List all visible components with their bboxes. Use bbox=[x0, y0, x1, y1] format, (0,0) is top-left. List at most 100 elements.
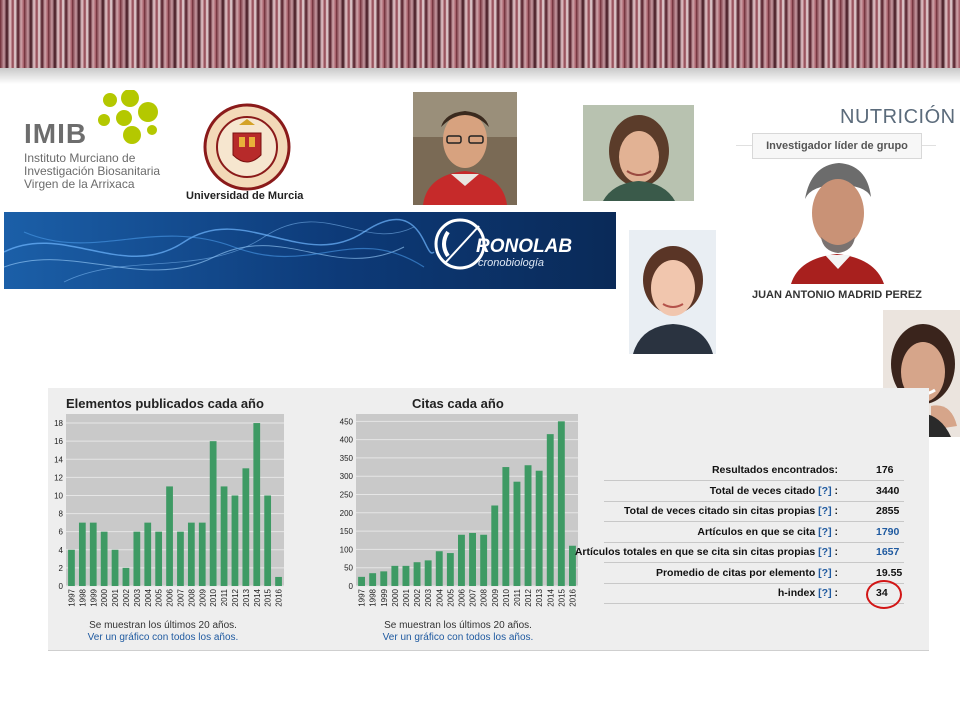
x-tick-label: 2015 bbox=[557, 588, 566, 606]
x-tick-label: 2013 bbox=[242, 588, 251, 606]
bar-2012 bbox=[524, 465, 532, 586]
x-tick-label: 2012 bbox=[524, 588, 533, 606]
y-tick-label: 16 bbox=[54, 437, 63, 446]
y-tick-label: 100 bbox=[340, 545, 354, 554]
bar-2000 bbox=[100, 531, 108, 586]
x-tick-label: 2015 bbox=[264, 588, 273, 606]
y-tick-label: 4 bbox=[59, 546, 64, 555]
stat-value: 2855 bbox=[876, 505, 900, 517]
x-tick-label: 2014 bbox=[253, 588, 262, 606]
h-index-highlight-circle bbox=[866, 580, 902, 609]
banner-shadow bbox=[0, 68, 960, 84]
bar-2013 bbox=[242, 468, 250, 586]
imib-acronym: IMIB bbox=[24, 118, 88, 149]
x-tick-label: 2010 bbox=[209, 588, 218, 606]
bar-2007 bbox=[177, 531, 184, 586]
x-tick-label: 2002 bbox=[122, 588, 131, 606]
y-tick-label: 0 bbox=[59, 582, 64, 591]
x-tick-label: 2000 bbox=[391, 588, 400, 606]
publications-all-years-link[interactable]: Ver un gráfico con todos los años. bbox=[48, 632, 278, 643]
citations-chart-title: Citas cada año bbox=[412, 396, 504, 411]
y-tick-label: 150 bbox=[340, 527, 354, 536]
publications-chart-note: Se muestran los últimos 20 años. bbox=[89, 620, 237, 631]
x-tick-label: 2012 bbox=[231, 588, 240, 606]
x-tick-label: 2002 bbox=[413, 588, 422, 606]
group-leader-label: Investigador líder de grupo bbox=[752, 133, 922, 159]
bar-2011 bbox=[220, 486, 228, 586]
imib-line-1: Instituto Murciano de bbox=[24, 151, 136, 165]
researcher-photo-2 bbox=[583, 105, 694, 201]
citations-chart: 0501001502002503003504004501997 1998 1999 2… bbox=[340, 414, 578, 607]
stat-row-results: Resultados encontrados: 176 bbox=[604, 461, 904, 481]
y-tick-label: 6 bbox=[59, 528, 64, 537]
y-tick-label: 8 bbox=[59, 510, 64, 519]
x-tick-label: 1997 bbox=[67, 588, 76, 606]
bar-1999 bbox=[89, 522, 97, 586]
bar-2000 bbox=[391, 565, 399, 586]
help-link[interactable]: [?] bbox=[818, 546, 831, 558]
x-tick-label: 2007 bbox=[176, 588, 185, 606]
stat-label: Total de veces citado [?] : bbox=[709, 484, 838, 497]
x-tick-label: 2005 bbox=[155, 588, 164, 606]
stat-value: 176 bbox=[876, 464, 894, 476]
x-tick-label: 1999 bbox=[380, 588, 389, 606]
researcher-photo-1 bbox=[413, 92, 517, 205]
stat-label: Resultados encontrados: bbox=[711, 464, 838, 476]
help-link[interactable]: [?] bbox=[818, 505, 831, 517]
help-link[interactable]: [?] bbox=[818, 587, 831, 599]
y-tick-label: 12 bbox=[54, 473, 63, 482]
stat-value: 19.55 bbox=[876, 566, 903, 579]
bar-1997 bbox=[358, 576, 365, 586]
researcher-photo-3 bbox=[629, 230, 716, 354]
x-tick-label: 2004 bbox=[144, 588, 153, 606]
x-tick-label: 2008 bbox=[480, 588, 489, 606]
cronolab-logo-text: RONOLAB bbox=[476, 236, 573, 257]
y-tick-label: 0 bbox=[349, 582, 354, 591]
bar-2006 bbox=[458, 534, 465, 586]
x-tick-label: 2016 bbox=[275, 588, 284, 606]
stat-row-h-index: h-index [?] : 34 bbox=[604, 584, 904, 604]
citations-all-years-link[interactable]: Ver un gráfico con todos los años. bbox=[343, 632, 573, 643]
x-tick-label: 2011 bbox=[513, 588, 522, 606]
bar-2003 bbox=[424, 560, 432, 586]
bar-2011 bbox=[513, 481, 521, 586]
citing-articles-link[interactable]: 1790 bbox=[876, 526, 899, 538]
bar-1997 bbox=[68, 549, 75, 586]
imib-line-2: Investigación Biosanitaria bbox=[24, 164, 161, 178]
bar-2015 bbox=[264, 495, 272, 586]
group-title: NUTRICIÓN bbox=[840, 106, 956, 128]
bar-2008 bbox=[480, 534, 488, 586]
stat-label: h-index [?] : bbox=[777, 587, 838, 599]
y-tick-label: 300 bbox=[340, 472, 354, 481]
citations-chart-note: Se muestran los últimos 20 años. bbox=[384, 620, 532, 631]
bar-2001 bbox=[402, 565, 410, 586]
help-link[interactable]: [?] bbox=[818, 567, 831, 579]
x-tick-label: 2001 bbox=[111, 588, 120, 606]
x-tick-label: 1997 bbox=[358, 588, 367, 606]
bar-1999 bbox=[380, 571, 388, 586]
x-tick-label: 1998 bbox=[369, 588, 378, 606]
group-leader-name: JUAN ANTONIO MADRID PEREZ bbox=[752, 289, 922, 301]
y-tick-label: 450 bbox=[340, 417, 354, 426]
bar-2005 bbox=[155, 531, 163, 586]
y-tick-label: 14 bbox=[54, 455, 63, 464]
bar-2007 bbox=[469, 532, 476, 586]
y-tick-label: 400 bbox=[340, 436, 354, 445]
help-link[interactable]: [?] bbox=[818, 485, 831, 497]
y-tick-label: 10 bbox=[54, 491, 63, 500]
stat-label: Promedio de citas por elemento [?] : bbox=[655, 566, 838, 579]
x-tick-label: 2005 bbox=[446, 588, 455, 606]
x-tick-label: 2009 bbox=[198, 588, 207, 606]
university-name: Universidad de Murcia bbox=[186, 190, 304, 202]
help-link[interactable]: [?] bbox=[818, 526, 831, 538]
bar-2004 bbox=[435, 551, 443, 586]
bar-2010 bbox=[502, 467, 510, 586]
x-tick-label: 2001 bbox=[402, 588, 411, 606]
university-seal bbox=[203, 103, 291, 191]
y-tick-label: 50 bbox=[344, 564, 353, 573]
citing-articles-no-self-link[interactable]: 1657 bbox=[876, 546, 899, 558]
bar-2004 bbox=[144, 522, 152, 586]
bar-2013 bbox=[535, 470, 543, 586]
x-tick-label: 2004 bbox=[435, 588, 444, 606]
dna-banner bbox=[0, 0, 960, 68]
